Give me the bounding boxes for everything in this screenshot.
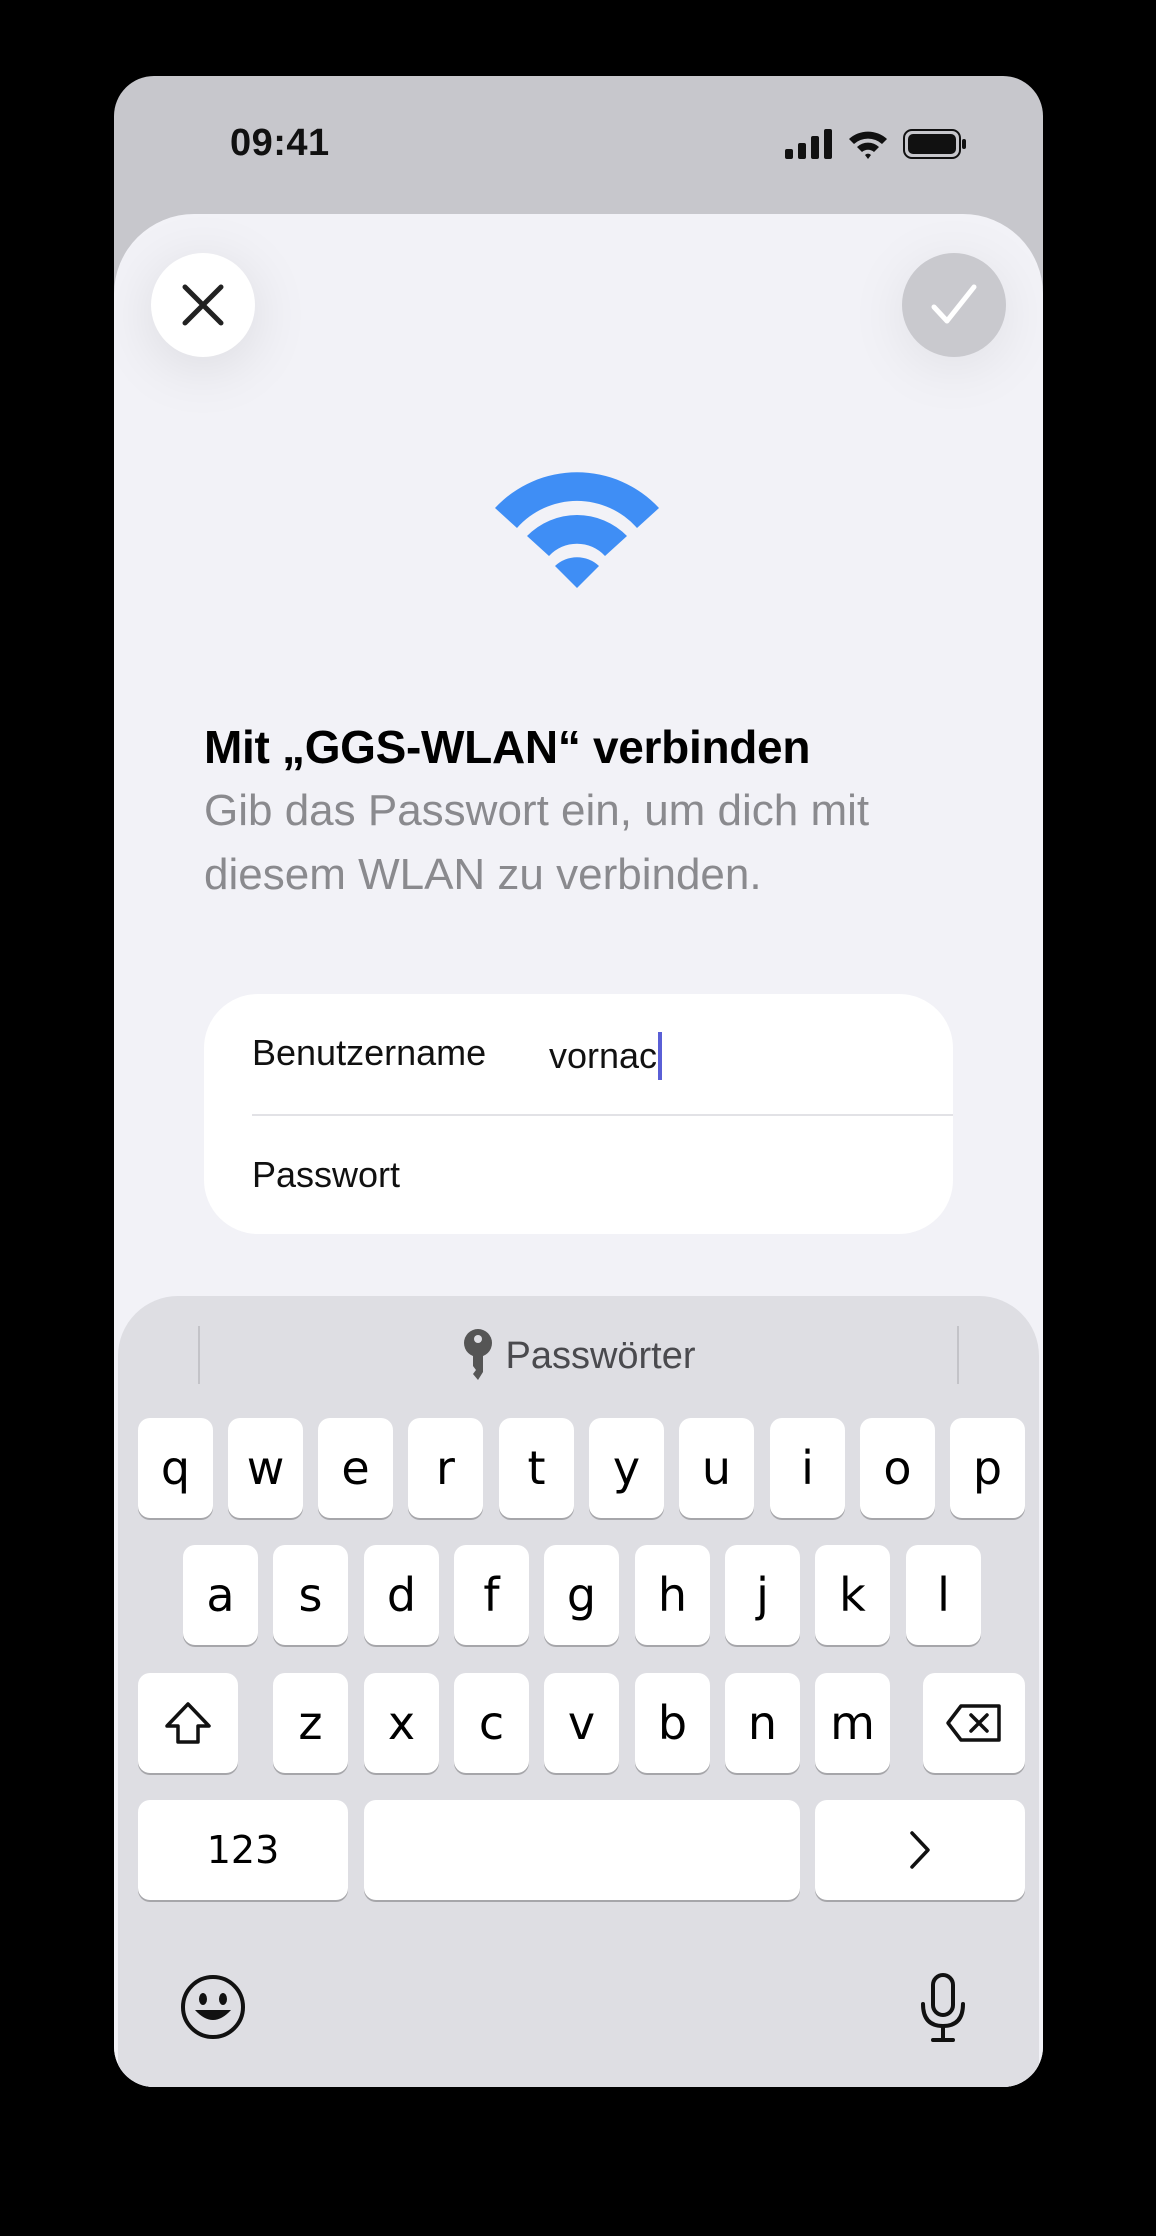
password-label: Passwort: [252, 1154, 401, 1195]
key-v[interactable]: v: [544, 1673, 619, 1773]
status-time: 09:41: [230, 122, 330, 164]
key-x[interactable]: x: [364, 1673, 439, 1773]
wifi-password-sheet: Mit „GGS-WLAN“ verbinden Gib das Passwor…: [114, 214, 1043, 2087]
credentials-form: Benutzername vornac Passwort: [204, 994, 953, 1234]
space-key[interactable]: [364, 1800, 800, 1900]
username-value: vornac: [549, 1035, 658, 1076]
key-icon: [464, 1329, 493, 1380]
key-m[interactable]: m: [815, 1673, 890, 1773]
wifi-icon: [491, 464, 663, 592]
key-o[interactable]: o: [860, 1418, 935, 1518]
status-bar: 09:41: [114, 76, 1043, 216]
checkmark-icon: [931, 284, 977, 324]
username-field[interactable]: vornac: [549, 1032, 663, 1080]
key-k[interactable]: k: [815, 1545, 890, 1645]
shift-key[interactable]: [138, 1673, 238, 1773]
key-l[interactable]: l: [906, 1545, 981, 1645]
key-q[interactable]: q: [138, 1418, 213, 1518]
password-field[interactable]: [549, 1144, 909, 1204]
delete-key[interactable]: [923, 1673, 1025, 1773]
delete-icon: [946, 1704, 1001, 1742]
status-icons: [785, 128, 967, 165]
key-u[interactable]: u: [679, 1418, 754, 1518]
wifi-icon: [847, 128, 889, 165]
form-divider: [252, 1114, 953, 1116]
passwords-suggestion-button[interactable]: Passwörter: [118, 1326, 1039, 1386]
text-caret: [658, 1032, 663, 1080]
chevron-right-icon: [910, 1831, 930, 1869]
numbers-key[interactable]: 123: [138, 1800, 348, 1900]
key-w[interactable]: w: [228, 1418, 303, 1518]
key-p[interactable]: p: [950, 1418, 1025, 1518]
close-icon: [182, 284, 224, 326]
microphone-button[interactable]: [918, 1970, 968, 2046]
key-s[interactable]: s: [273, 1545, 348, 1645]
key-z[interactable]: z: [273, 1673, 348, 1773]
microphone-icon: [921, 1973, 965, 2042]
emoji-icon: [181, 1975, 245, 2039]
key-d[interactable]: d: [364, 1545, 439, 1645]
username-label: Benutzername: [252, 1032, 487, 1073]
key-t[interactable]: t: [499, 1418, 574, 1518]
battery-icon: [903, 129, 967, 164]
close-button[interactable]: [151, 253, 255, 357]
passwords-label: Passwörter: [505, 1334, 696, 1377]
key-c[interactable]: c: [454, 1673, 529, 1773]
cellular-signal-icon: [785, 129, 833, 164]
keyboard: Passwörter q w e r t y u i o p a s d f g…: [118, 1296, 1039, 2087]
key-e[interactable]: e: [318, 1418, 393, 1518]
key-r[interactable]: r: [408, 1418, 483, 1518]
key-n[interactable]: n: [725, 1673, 800, 1773]
page-title: Mit „GGS-WLAN“ verbinden: [204, 721, 811, 773]
key-i[interactable]: i: [770, 1418, 845, 1518]
key-g[interactable]: g: [544, 1545, 619, 1645]
next-key[interactable]: [815, 1800, 1025, 1900]
key-a[interactable]: a: [183, 1545, 258, 1645]
emoji-button[interactable]: [178, 1972, 248, 2042]
key-f[interactable]: f: [454, 1545, 529, 1645]
page-subtitle: Gib das Passwort ein, um dich mit diesem…: [204, 786, 870, 899]
phone-screen: 09:41 Mit „GGS-WLAN“ verbinden Gib das P…: [114, 76, 1043, 2087]
key-b[interactable]: b: [635, 1673, 710, 1773]
key-j[interactable]: j: [725, 1545, 800, 1645]
shift-icon: [165, 1702, 211, 1744]
key-h[interactable]: h: [635, 1545, 710, 1645]
key-y[interactable]: y: [589, 1418, 664, 1518]
confirm-button[interactable]: [902, 253, 1006, 357]
